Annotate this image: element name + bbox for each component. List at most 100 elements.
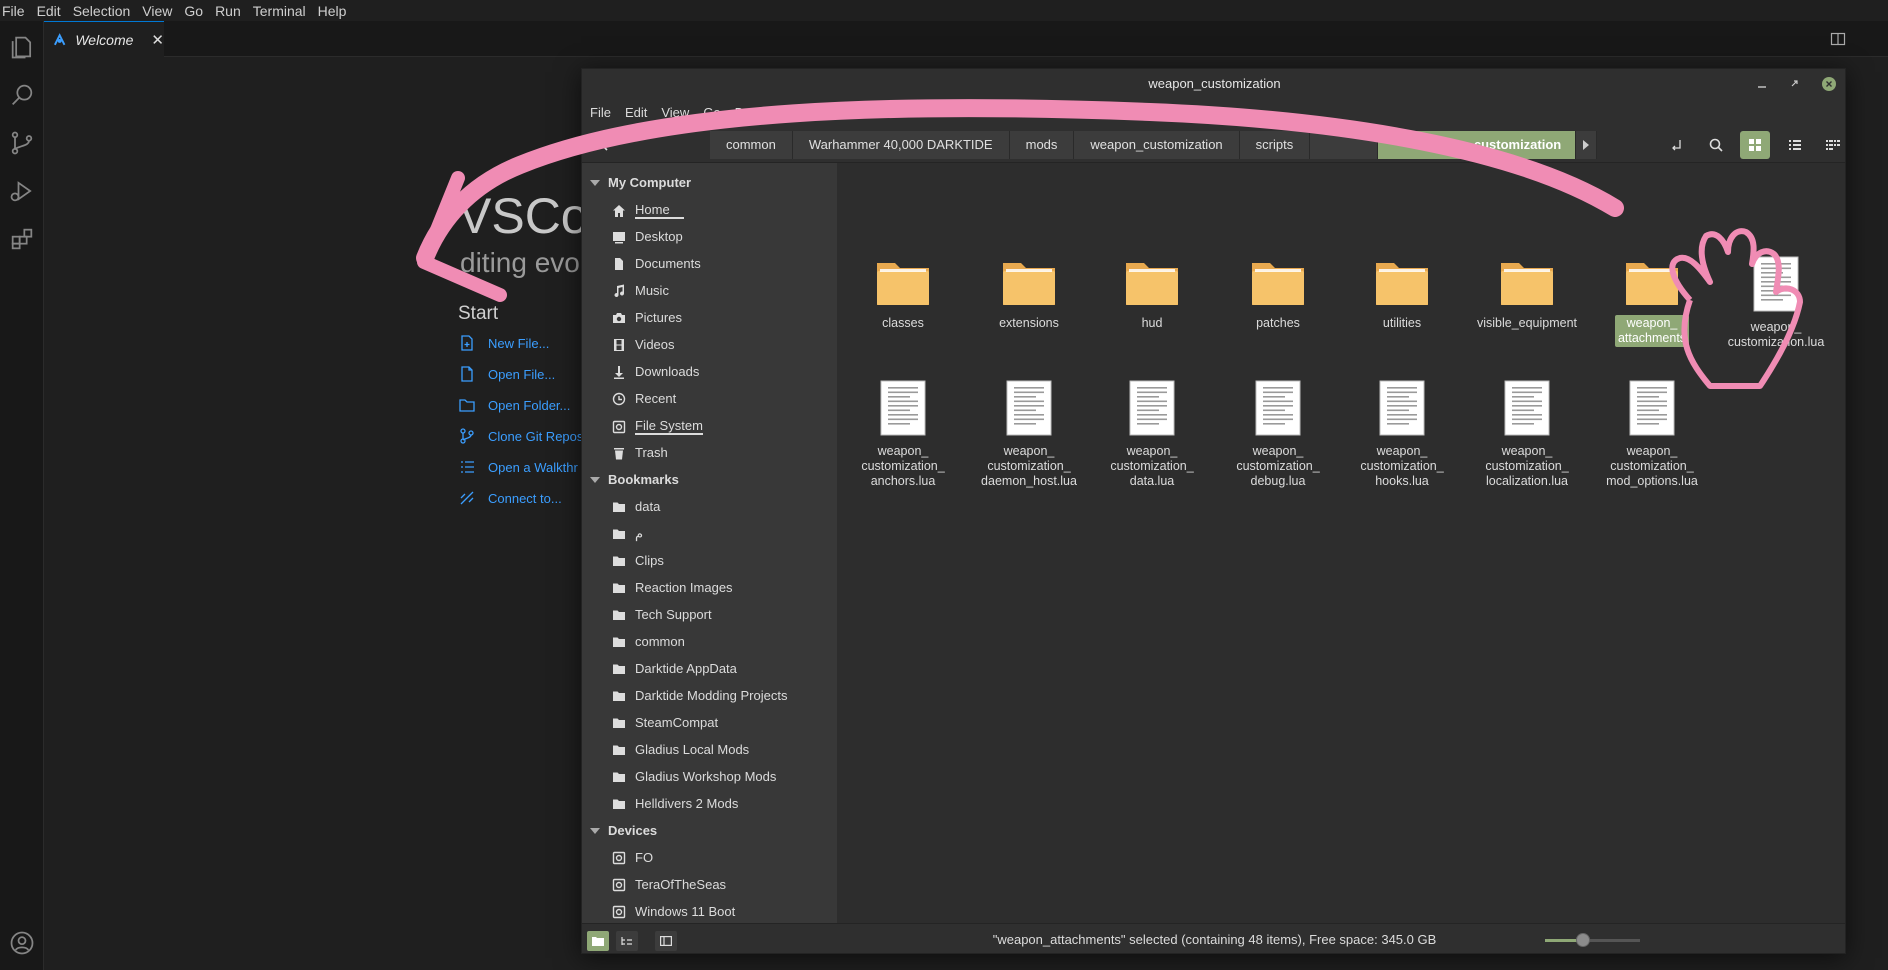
sidebar-item-music[interactable]: Music <box>612 283 669 298</box>
icon-view-button[interactable] <box>1740 131 1770 159</box>
sidebar-bookmark[interactable]: Gladius Workshop Mods <box>612 769 776 784</box>
sidebar-bookmark[interactable]: Darktide AppData <box>612 661 737 676</box>
list-view-button[interactable] <box>1780 131 1810 159</box>
nemo-menu-go[interactable]: Go <box>703 105 720 120</box>
sidebar-device-fo[interactable]: FO <box>612 850 653 865</box>
file-view[interactable]: classes extensions hud patches utilities visi… <box>837 163 1845 923</box>
sidebar-bookmark[interactable]: Helldivers 2 Mods <box>612 796 738 811</box>
sidebar-item-downloads[interactable]: Downloads <box>612 364 699 379</box>
open-walkthrough-link[interactable]: Open a Walkthr <box>458 458 578 476</box>
sidebar-item-pictures[interactable]: Pictures <box>612 310 682 325</box>
folder-item[interactable]: weapon_ attachments <box>1597 255 1707 347</box>
search-button[interactable] <box>1701 131 1731 159</box>
extensions-icon[interactable] <box>8 225 36 253</box>
file-item[interactable]: weapon_ customization_ anchors.lua <box>848 379 958 490</box>
menu-view[interactable]: View <box>142 3 178 19</box>
folder-icon <box>1376 263 1428 305</box>
sidebar-item-file-system[interactable]: File System <box>612 418 703 435</box>
sidebar-bookmark[interactable]: common <box>612 634 685 649</box>
sidebar-section-bookmarks[interactable]: Bookmarks <box>590 472 679 487</box>
menu-file[interactable]: File <box>0 3 31 19</box>
explorer-icon[interactable] <box>8 33 36 61</box>
search-icon[interactable] <box>8 81 36 109</box>
close-icon[interactable] <box>1822 77 1836 91</box>
split-editor-icon[interactable] <box>1830 31 1846 47</box>
sidebar-bookmark[interactable]: SteamCompat <box>612 715 718 730</box>
file-item[interactable]: weapon_ customization_ data.lua <box>1097 379 1207 490</box>
sidebar-bookmark[interactable]: Clips <box>612 553 664 568</box>
sidebar-section-devices[interactable]: Devices <box>590 823 657 838</box>
sidebar-bookmark[interactable]: Gladius Local Mods <box>612 742 749 757</box>
folder-item[interactable]: utilities <box>1347 255 1457 332</box>
file-item[interactable]: weapon_ customization_ localization.lua <box>1472 379 1582 490</box>
nemo-menu-view[interactable]: View <box>661 105 689 120</box>
sidebar-section-my-computer[interactable]: My Computer <box>590 175 691 190</box>
sidebar-item-recent[interactable]: Recent <box>612 391 676 406</box>
minimize-icon[interactable] <box>1755 77 1769 91</box>
file-item-name-line: customization_ <box>861 459 945 473</box>
grid-icon <box>1749 139 1761 151</box>
tab-welcome[interactable]: Welcome ✕ <box>44 21 164 57</box>
breadcrumb-scripts[interactable]: scripts <box>1239 131 1311 159</box>
breadcrumb-hidden[interactable] <box>1310 131 1379 159</box>
compact-view-button[interactable] <box>1818 131 1845 159</box>
folder-item[interactable]: extensions <box>974 255 1084 332</box>
breadcrumb-common[interactable]: common <box>710 131 793 159</box>
sidebar-device-windows-boot[interactable]: Windows 11 Boot <box>612 904 735 919</box>
breadcrumb-scroll-right[interactable] <box>1576 131 1598 159</box>
folder-icon <box>613 745 625 755</box>
sidebar-bookmark[interactable]: Tech Support <box>612 607 712 622</box>
file-item[interactable]: weapon_ customization_ daemon_host.lua <box>974 379 1084 490</box>
menu-help[interactable]: Help <box>318 3 353 19</box>
zoom-slider[interactable] <box>1545 939 1640 942</box>
menu-go[interactable]: Go <box>184 3 209 19</box>
menu-selection[interactable]: Selection <box>73 3 137 19</box>
open-folder-link[interactable]: Open Folder... <box>458 396 570 414</box>
connect-to-label: Connect to... <box>488 490 562 506</box>
toggle-location-button[interactable] <box>1662 131 1692 159</box>
source-control-icon[interactable] <box>8 129 36 157</box>
window-titlebar[interactable]: weapon_customization <box>582 69 1845 99</box>
breadcrumb-darktide[interactable]: Warhammer 40,000 DARKTIDE <box>792 131 1010 159</box>
folder-icon <box>613 664 625 674</box>
menu-edit[interactable]: Edit <box>37 3 67 19</box>
folder-item[interactable]: visible_equipment <box>1472 255 1582 332</box>
folder-icon <box>613 556 625 566</box>
clone-git-link[interactable]: Clone Git Repos <box>458 427 583 445</box>
breadcrumb-weapon-customization[interactable]: weapon_customization <box>1074 131 1240 159</box>
open-file-link[interactable]: Open File... <box>458 365 555 383</box>
folder-item[interactable]: patches <box>1223 255 1333 332</box>
menu-terminal[interactable]: Terminal <box>253 3 312 19</box>
sidebar-item-desktop[interactable]: Desktop <box>612 229 683 244</box>
sidebar-bookmark[interactable]: م <box>612 526 643 542</box>
sidebar-item-home[interactable]: Home <box>612 202 684 219</box>
sidebar-bookmark[interactable]: Reaction Images <box>612 580 733 595</box>
run-debug-icon[interactable] <box>8 177 36 205</box>
nemo-menu-bookmarks[interactable]: Book <box>735 105 765 120</box>
nemo-menu-edit[interactable]: Edit <box>625 105 647 120</box>
back-button[interactable] <box>590 131 620 159</box>
file-item[interactable]: weapon_ customization_ hooks.lua <box>1347 379 1457 490</box>
nemo-menu-file[interactable]: File <box>590 105 611 120</box>
text-file-icon <box>1379 380 1425 436</box>
sidebar-item-trash[interactable]: Trash <box>612 445 668 460</box>
file-item[interactable]: weapon_ customization.lua <box>1721 255 1831 351</box>
sidebar-bookmark[interactable]: data <box>612 499 660 514</box>
file-item[interactable]: weapon_ customization_ debug.lua <box>1223 379 1333 490</box>
folder-item[interactable]: classes <box>848 255 958 332</box>
account-icon[interactable] <box>8 929 36 957</box>
sidebar-bookmark[interactable]: Darktide Modding Projects <box>612 688 787 703</box>
connect-to-link[interactable]: Connect to... <box>458 489 562 507</box>
maximize-icon[interactable] <box>1788 77 1802 91</box>
sidebar-item-documents[interactable]: Documents <box>612 256 701 271</box>
folder-item[interactable]: hud <box>1097 255 1207 332</box>
new-file-link[interactable]: New File... <box>458 334 549 352</box>
menu-run[interactable]: Run <box>215 3 247 19</box>
close-icon[interactable]: ✕ <box>151 31 164 49</box>
zoom-slider-handle[interactable] <box>1576 933 1590 947</box>
breadcrumb-mods[interactable]: mods <box>1009 131 1075 159</box>
sidebar-device-teraoftheseas[interactable]: TeraOfTheSeas <box>612 877 726 892</box>
file-item[interactable]: weapon_ customization_ mod_options.lua <box>1597 379 1707 490</box>
sidebar-item-videos[interactable]: Videos <box>612 337 675 352</box>
breadcrumb-current[interactable]: weapon_customization <box>1378 131 1577 159</box>
